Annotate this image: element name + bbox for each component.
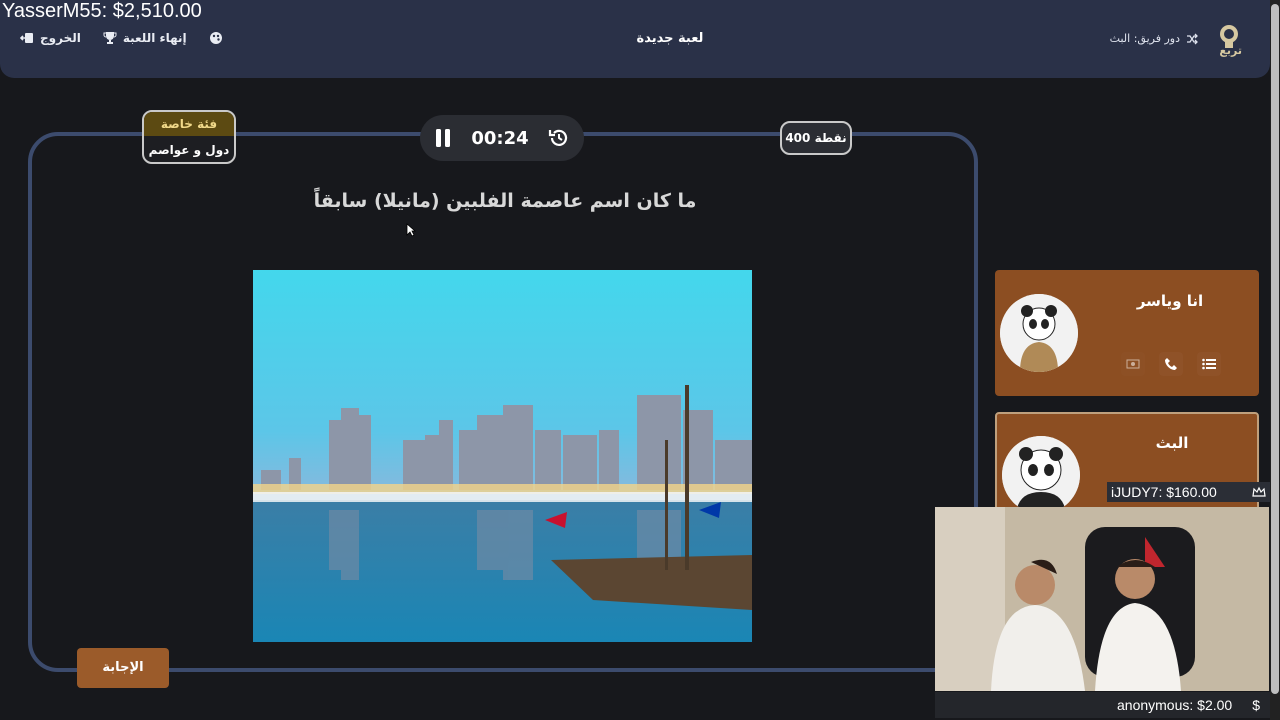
category-label: فئة خاصة (144, 112, 234, 136)
dollar-icon: $ (1252, 697, 1260, 713)
avatar (1002, 436, 1080, 514)
crown-icon (1252, 486, 1266, 497)
mouse-cursor-icon (406, 223, 416, 237)
timer: 00:24 (420, 115, 584, 161)
team-name: انا وياسر (1136, 292, 1204, 310)
phone-icon (1165, 358, 1177, 370)
logo-text: تربع (1219, 44, 1242, 57)
team-card: انا وياسر (995, 270, 1259, 396)
answer-button[interactable]: الإجابة (77, 648, 169, 688)
question-text: ما كان اسم عاصمة الفلبين (مانيلا) سابقاً (313, 190, 697, 212)
swap-icon (1126, 359, 1140, 369)
swap-tool[interactable] (1121, 352, 1145, 376)
side-donation-text: iJUDY7: $160.00 (1111, 484, 1217, 500)
list-icon (1202, 358, 1216, 370)
bottom-donation-text: anonymous: $2.00 (1117, 697, 1233, 713)
reset-timer-icon[interactable] (548, 127, 570, 149)
team-tools (1121, 352, 1221, 376)
scroll-thumb[interactable] (1271, 4, 1279, 694)
points-badge: 400 نقطة (780, 121, 852, 155)
scrollbar[interactable] (1270, 0, 1280, 720)
bottom-donation-overlay: anonymous: $2.00 $ (935, 692, 1270, 718)
timer-value: 00:24 (471, 127, 529, 149)
avatar (1000, 294, 1078, 372)
category-badge: فئة خاصة دول و عواصم (142, 110, 236, 164)
turn-label: دور فريق: البث (1109, 32, 1180, 45)
question-image (253, 270, 752, 642)
side-donation-overlay: iJUDY7: $160.00 (1107, 482, 1270, 502)
top-donation-overlay: YasserM55: $2,510.00 (2, 0, 202, 22)
shuffle-icon[interactable] (1186, 33, 1198, 45)
turn-indicator: دور فريق: البث (1110, 32, 1198, 45)
pause-icon[interactable] (434, 128, 452, 148)
call-friend-tool[interactable] (1159, 352, 1183, 376)
category-name: دول و عواصم (148, 143, 230, 157)
webcam-feed (935, 507, 1269, 691)
team-name: البث (1155, 434, 1189, 452)
options-tool[interactable] (1197, 352, 1221, 376)
page-title: لعبة جديدة (636, 31, 704, 46)
